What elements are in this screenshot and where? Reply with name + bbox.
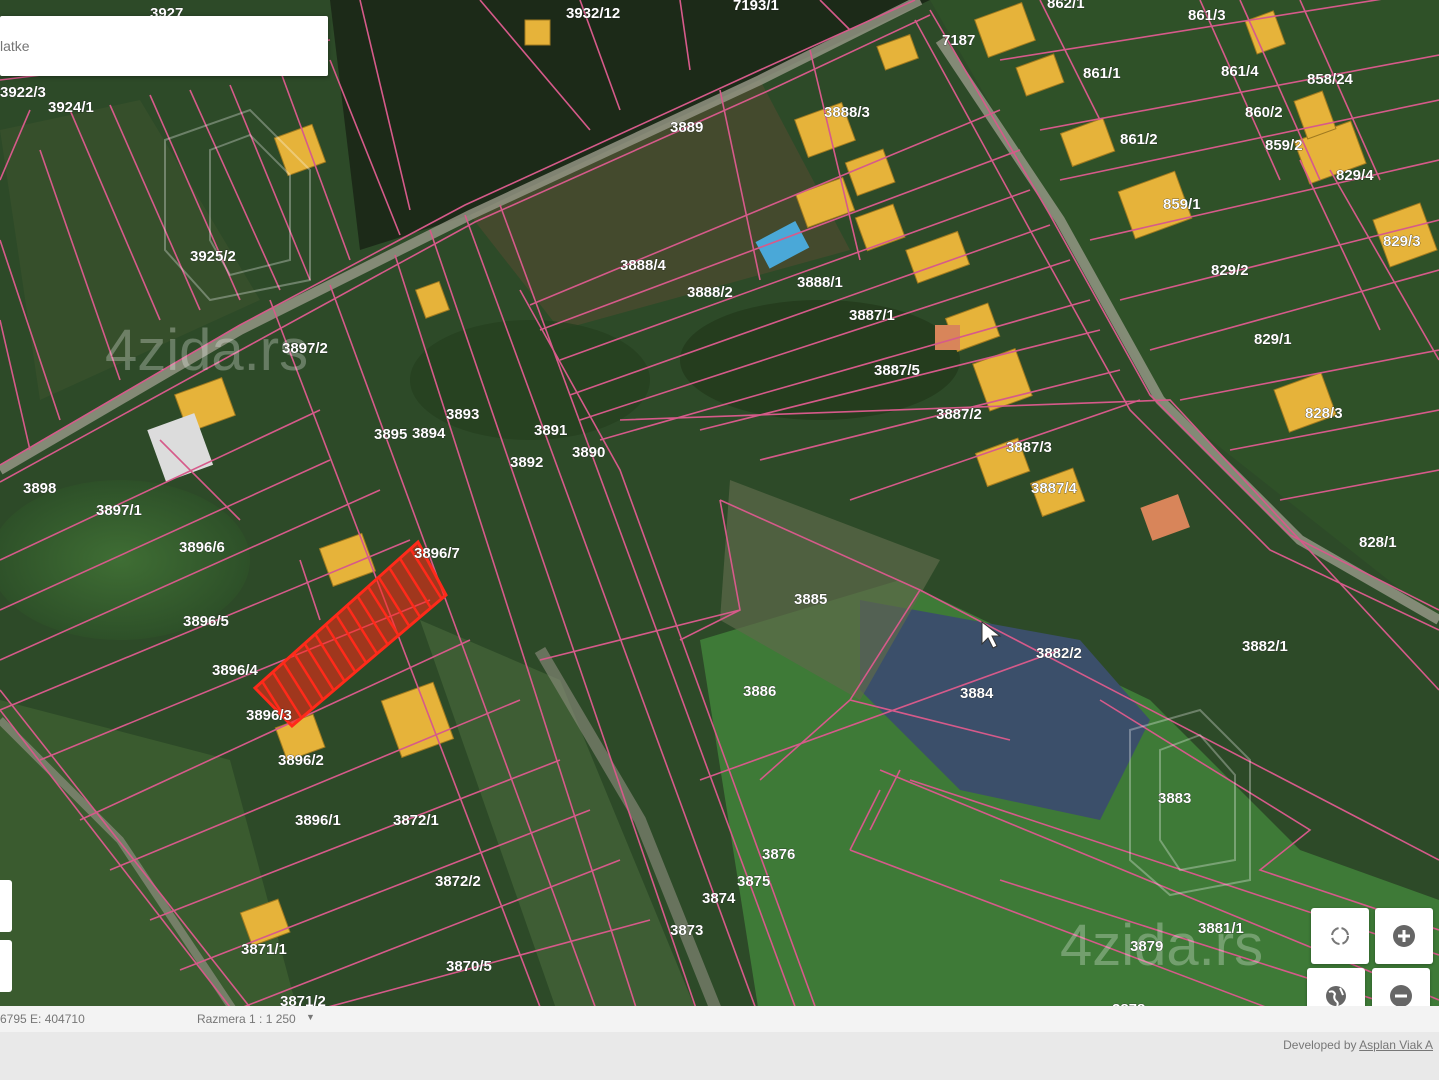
parcel-label: 3895 bbox=[374, 426, 407, 443]
parcel-label: 3886 bbox=[743, 683, 776, 700]
search-box[interactable] bbox=[0, 16, 328, 76]
parcel-label: 861/4 bbox=[1221, 63, 1259, 80]
parcel-label: 3887/4 bbox=[1031, 480, 1078, 497]
side-tab-button[interactable] bbox=[0, 940, 12, 992]
footer: Developed by Asplan Viak A bbox=[0, 1032, 1439, 1080]
parcel-label: 3896/2 bbox=[278, 752, 324, 769]
parcel-label: 3893 bbox=[446, 406, 479, 423]
parcel-label: 858/24 bbox=[1307, 71, 1354, 88]
parcel-label: 3874 bbox=[702, 890, 736, 907]
parcel-label: 862/1 bbox=[1047, 0, 1085, 12]
credit-prefix: Developed by bbox=[1283, 1038, 1360, 1052]
parcel-label: 861/3 bbox=[1188, 7, 1226, 24]
parcel-label: 3883 bbox=[1158, 790, 1191, 807]
parcel-label: 3897/1 bbox=[96, 502, 142, 519]
parcel-label: 3892 bbox=[510, 454, 543, 471]
parcel-label: 3890 bbox=[572, 444, 605, 461]
search-input[interactable] bbox=[0, 38, 300, 54]
parcel-label: 7187 bbox=[942, 32, 975, 49]
parcel-label: 829/1 bbox=[1254, 331, 1292, 348]
parcel-label: 3870/5 bbox=[446, 958, 492, 975]
parcel-label: 3924/1 bbox=[48, 99, 94, 116]
parcel-label: 3871/1 bbox=[241, 941, 287, 958]
parcel-label: 7193/1 bbox=[733, 0, 779, 14]
parcel-label: 860/2 bbox=[1245, 104, 1283, 121]
chevron-down-icon: ▼ bbox=[306, 1012, 315, 1022]
parcel-label: 3896/6 bbox=[179, 539, 225, 556]
parcel-label: 828/3 bbox=[1305, 405, 1343, 422]
parcel-label: 3896/1 bbox=[295, 812, 341, 829]
parcel-label: 3888/1 bbox=[797, 274, 843, 291]
parcel-label: 3887/3 bbox=[1006, 439, 1052, 456]
parcel-label: 861/1 bbox=[1083, 65, 1121, 82]
parcel-label: 3888/4 bbox=[620, 257, 667, 274]
parcel-label: 3925/2 bbox=[190, 248, 236, 265]
parcel-label: 3887/2 bbox=[936, 406, 982, 423]
plus-icon bbox=[1393, 925, 1415, 947]
parcel-label: 3898 bbox=[23, 480, 56, 497]
parcel-label: 829/2 bbox=[1211, 262, 1249, 279]
parcel-label: 3888/2 bbox=[687, 284, 733, 301]
parcel-label: 829/3 bbox=[1383, 233, 1421, 250]
parcel-label: 859/2 bbox=[1265, 137, 1303, 154]
parcel-label: 3887/5 bbox=[874, 362, 920, 379]
watermark-text: 4zida.rs bbox=[105, 318, 308, 383]
parcel-label: 3884 bbox=[960, 685, 994, 702]
map-canvas[interactable]: 4zida.rs 4zida.rs 3927 3932/12 7193/1 7187 8… bbox=[0, 0, 1439, 1020]
status-bar: 6795 E: 404710 Razmera 1 : 1 250 ▼ bbox=[0, 1006, 1439, 1032]
locate-icon bbox=[1331, 927, 1349, 945]
locate-button[interactable] bbox=[1311, 908, 1369, 964]
parcel-label: 3896/7 bbox=[414, 545, 460, 562]
parcel-label: 3894 bbox=[412, 425, 446, 442]
parcel-label: 3932/12 bbox=[566, 5, 620, 22]
side-tab-button[interactable] bbox=[0, 880, 12, 932]
parcel-label: 3889 bbox=[670, 119, 703, 136]
parcel-label: 3887/1 bbox=[849, 307, 895, 324]
parcel-label: 3872/2 bbox=[435, 873, 481, 890]
coordinates-readout: 6795 E: 404710 bbox=[0, 1012, 85, 1026]
credit: Developed by Asplan Viak A bbox=[1283, 1038, 1433, 1052]
credit-link[interactable]: Asplan Viak A bbox=[1359, 1038, 1433, 1052]
parcel-label: 3922/3 bbox=[0, 84, 46, 101]
parcel-label: 828/1 bbox=[1359, 534, 1397, 551]
parcel-label: 3885 bbox=[794, 591, 827, 608]
parcel-label: 3879 bbox=[1130, 938, 1163, 955]
parcel-label: 3896/3 bbox=[246, 707, 292, 724]
parcel-label: 829/4 bbox=[1336, 167, 1374, 184]
scale-selector[interactable]: Razmera 1 : 1 250 bbox=[197, 1012, 296, 1026]
parcel-label: 3876 bbox=[762, 846, 795, 863]
parcel-label: 3897/2 bbox=[282, 340, 328, 357]
parcel-label: 3873 bbox=[670, 922, 703, 939]
parcel-label: 3891 bbox=[534, 422, 567, 439]
parcel-label: 861/2 bbox=[1120, 131, 1158, 148]
parcel-label: 3888/3 bbox=[824, 104, 870, 121]
parcel-label: 3896/5 bbox=[183, 613, 229, 630]
parcel-label: 3882/2 bbox=[1036, 645, 1082, 662]
zoom-in-button[interactable] bbox=[1375, 908, 1433, 964]
parcel-label: 3896/4 bbox=[212, 662, 259, 679]
parcel-label: 859/1 bbox=[1163, 196, 1201, 213]
parcel-label: 3881/1 bbox=[1198, 920, 1244, 937]
parcel-label: 3872/1 bbox=[393, 812, 439, 829]
parcel-label: 3882/1 bbox=[1242, 638, 1288, 655]
parcel-label: 3875 bbox=[737, 873, 770, 890]
